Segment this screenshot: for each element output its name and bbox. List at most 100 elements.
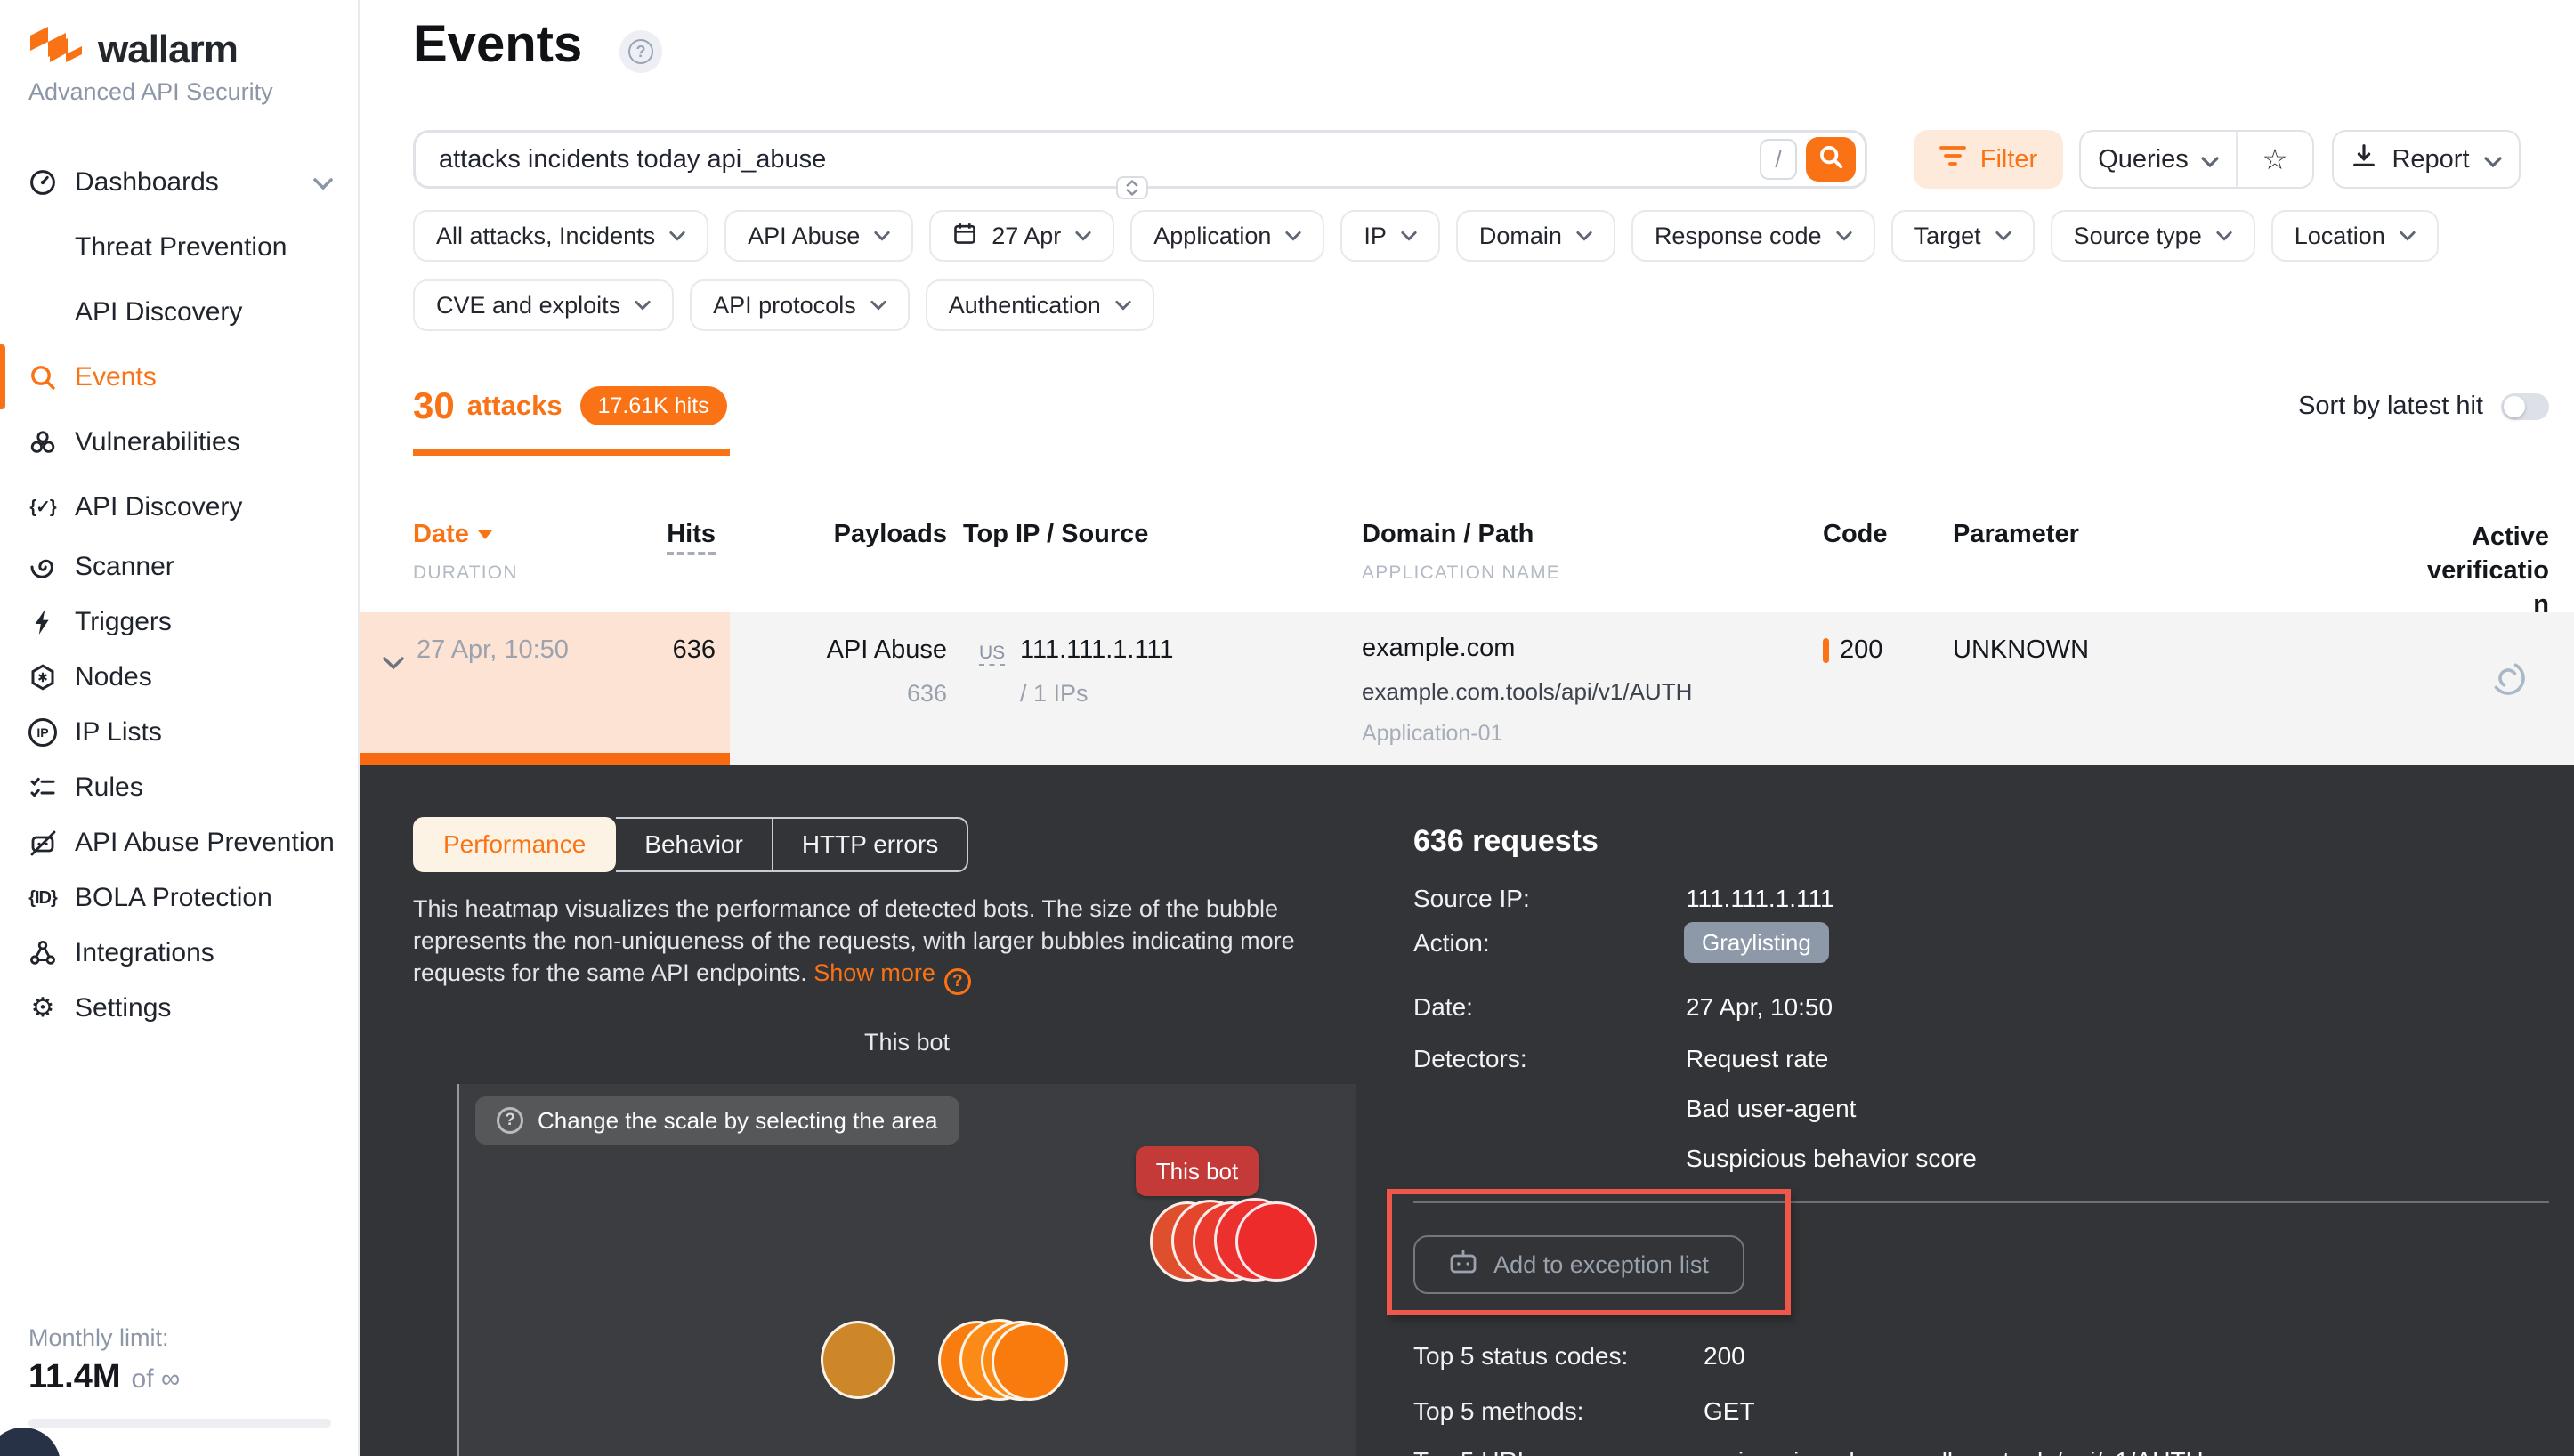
code-status-tick — [1823, 638, 1829, 663]
show-more-link[interactable]: Show more — [813, 959, 935, 986]
chart-y-axis-label: requests rate — [406, 1392, 431, 1456]
row-selected-underline — [360, 753, 730, 765]
column-header-date[interactable]: Date — [413, 520, 492, 549]
sidebar-item-label: API Discovery — [75, 297, 242, 328]
sidebar-item-api-discovery-dashboard[interactable]: API Discovery — [0, 279, 358, 344]
chip-domain[interactable]: Domain — [1456, 210, 1615, 262]
brand-logo[interactable]: wallarm — [28, 23, 238, 77]
stat-label-status-codes: Top 5 status codes: — [1413, 1342, 1628, 1371]
search-shortcut-badge: / — [1760, 139, 1797, 180]
row-country-code[interactable]: US — [979, 643, 1005, 666]
chevron-down-icon — [2400, 231, 2416, 241]
sidebar-item-label: Nodes — [75, 662, 152, 692]
filter-button[interactable]: Filter — [1914, 130, 2063, 189]
sidebar-item-label: Rules — [75, 772, 143, 803]
stat-value-top-url: main-api.eu.demo.wallarm.tools/api/v1/AU… — [1704, 1447, 2204, 1456]
row-expand-chevron-icon[interactable] — [383, 644, 404, 677]
sidebar-item-integrations[interactable]: Integrations — [0, 926, 358, 981]
row-domain: example.com — [1362, 634, 1515, 663]
sidebar-item-triggers[interactable]: Triggers — [0, 595, 358, 650]
field-label-date: Date: — [1413, 993, 1473, 1022]
chip-api-protocols[interactable]: API protocols — [690, 279, 910, 331]
stat-value-status-codes: 200 — [1704, 1342, 1745, 1371]
chevron-down-icon — [313, 167, 333, 198]
sidebar-item-api-discovery[interactable]: {✓} API Discovery — [0, 474, 358, 539]
detail-tabs: Performance Behavior HTTP errors — [413, 817, 968, 872]
bubble-red-this-bot[interactable] — [1235, 1201, 1317, 1282]
bubble-ochre[interactable] — [821, 1321, 895, 1399]
field-label-source-ip: Source IP: — [1413, 885, 1530, 913]
attacks-tab-underline — [413, 449, 730, 456]
sidebar-item-dashboards[interactable]: Dashboards — [0, 150, 358, 214]
sidebar-item-label: IP Lists — [75, 717, 162, 748]
sort-toggle-label: Sort by latest hit — [2298, 392, 2483, 421]
page-title: Events — [413, 14, 582, 74]
chart-hint-tooltip: ? Change the scale by selecting the area — [475, 1096, 959, 1145]
search-button[interactable] — [1806, 137, 1856, 182]
sidebar-item-ip-lists[interactable]: IP IP Lists — [0, 705, 358, 760]
brand-name: wallarm — [98, 28, 238, 72]
chip-date[interactable]: 27 Apr — [929, 210, 1114, 262]
chevron-down-icon — [1836, 231, 1852, 241]
field-value-source-ip: 111.111.1.111 — [1686, 885, 1834, 913]
column-header-active-verification: Active verificatio n — [2380, 520, 2549, 621]
attack-count-label: attacks — [467, 390, 563, 422]
brand-subtitle: Advanced API Security — [28, 78, 273, 106]
chip-location[interactable]: Location — [2271, 210, 2439, 262]
sort-toggle[interactable] — [2501, 393, 2549, 420]
chevron-down-icon — [1075, 231, 1091, 241]
field-label-detectors: Detectors: — [1413, 1045, 1527, 1073]
sidebar-item-scanner[interactable]: Scanner — [0, 539, 358, 595]
show-more-help-icon[interactable]: ? — [944, 968, 971, 995]
sidebar-item-label: Threat Prevention — [75, 232, 287, 263]
tab-performance[interactable]: Performance — [413, 817, 616, 872]
row-selected-cell-highlight — [360, 612, 730, 753]
sidebar-item-bola-protection[interactable]: {ID} BOLA Protection — [0, 870, 358, 926]
queries-dropdown[interactable]: Queries — [2081, 132, 2238, 187]
row-top-ip[interactable]: 111.111.1.111 — [1020, 635, 1174, 665]
column-header-hits[interactable]: Hits — [591, 520, 716, 549]
chip-attack-type[interactable]: All attacks, Incidents — [413, 210, 708, 262]
search-collapse-handle[interactable] — [1116, 176, 1148, 199]
row-application-name: Application-01 — [1362, 721, 1502, 747]
sidebar-item-nodes[interactable]: Nodes — [0, 650, 358, 705]
sidebar-item-rules[interactable]: Rules — [0, 760, 358, 815]
favorite-star-button[interactable]: ☆ — [2238, 132, 2312, 187]
chip-source-type[interactable]: Source type — [2051, 210, 2255, 262]
chevron-down-icon — [874, 231, 890, 241]
chip-authentication[interactable]: Authentication — [926, 279, 1154, 331]
row-payload-type: API Abuse — [776, 635, 947, 665]
sidebar-item-api-abuse-prevention[interactable]: API Abuse Prevention — [0, 815, 358, 870]
chip-cve-exploits[interactable]: CVE and exploits — [413, 279, 674, 331]
tab-behavior[interactable]: Behavior — [616, 817, 772, 872]
chevron-down-icon — [669, 231, 685, 241]
sidebar-item-vulnerabilities[interactable]: Vulnerabilities — [0, 409, 358, 474]
row-ip-count: / 1 IPs — [1020, 680, 1089, 708]
chip-target[interactable]: Target — [1891, 210, 2035, 262]
sidebar-item-label: API Discovery — [75, 492, 242, 522]
page-help-icon[interactable]: ? — [619, 30, 662, 73]
sidebar-item-label: Scanner — [75, 552, 174, 582]
field-label-action: Action: — [1413, 929, 1490, 958]
ip-badge-icon: IP — [28, 718, 57, 747]
column-header-application-name: APPLICATION NAME — [1362, 562, 1560, 584]
bubble-orange[interactable] — [992, 1323, 1068, 1401]
active-verification-spinner-icon — [2489, 659, 2528, 705]
monthly-limit-label: Monthly limit: — [28, 1324, 169, 1352]
sidebar-item-threat-prevention[interactable]: Threat Prevention — [0, 214, 358, 279]
chip-response-code[interactable]: Response code — [1631, 210, 1875, 262]
tab-http-errors[interactable]: HTTP errors — [772, 817, 969, 872]
chip-ip[interactable]: IP — [1340, 210, 1440, 262]
attacks-summary: 30 attacks 17.61K hits — [413, 384, 727, 427]
chip-application[interactable]: Application — [1130, 210, 1324, 262]
sidebar-item-settings[interactable]: ⚙ Settings — [0, 981, 358, 1036]
download-icon — [2351, 142, 2377, 176]
chip-api-abuse[interactable]: API Abuse — [724, 210, 913, 262]
bot-performance-bubble-chart[interactable]: ? Change the scale by selecting the area… — [457, 1084, 1356, 1456]
braces-check-icon: {✓} — [28, 493, 57, 522]
sidebar-item-events[interactable]: Events — [0, 344, 358, 409]
table-row[interactable]: 27 Apr, 10:50 636 API Abuse 636 US 111.1… — [360, 612, 2574, 765]
search-input[interactable] — [439, 145, 1760, 174]
report-button[interactable]: Report — [2332, 130, 2521, 189]
sidebar-item-label: Triggers — [75, 607, 172, 637]
